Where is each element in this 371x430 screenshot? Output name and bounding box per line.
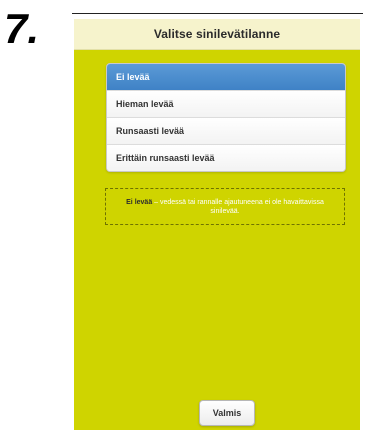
option-description-box: Ei levää – vedessä tai rannalle ajautune…	[105, 188, 345, 225]
algae-option-list: Ei levää Hieman levää Runsaasti levää Er…	[106, 63, 346, 172]
description-term: Ei levää	[126, 198, 153, 206]
page-title: Valitse sinilevätilanne	[153, 27, 281, 41]
description-text: – vedessä tai rannalle ajautuneena ei ol…	[152, 198, 324, 215]
done-button[interactable]: Valmis	[199, 400, 255, 426]
app-header: Valitse sinilevätilanne	[74, 19, 360, 50]
option-hieman-levaa[interactable]: Hieman levää	[107, 90, 345, 117]
step-number: 7.	[4, 5, 40, 52]
option-description: Ei levää – vedessä tai rannalle ajautune…	[118, 198, 332, 216]
option-ei-levaa[interactable]: Ei levää	[107, 64, 345, 90]
instruction-page: 7. Valitse sinilevätilanne Ei levää Hiem…	[0, 0, 371, 430]
phone-screen: Valitse sinilevätilanne Ei levää Hieman …	[74, 19, 360, 430]
option-runsaasti-levaa[interactable]: Runsaasti levää	[107, 117, 345, 144]
top-divider	[72, 13, 363, 14]
option-erittain-runsaasti-levaa[interactable]: Erittäin runsaasti levää	[107, 144, 345, 171]
